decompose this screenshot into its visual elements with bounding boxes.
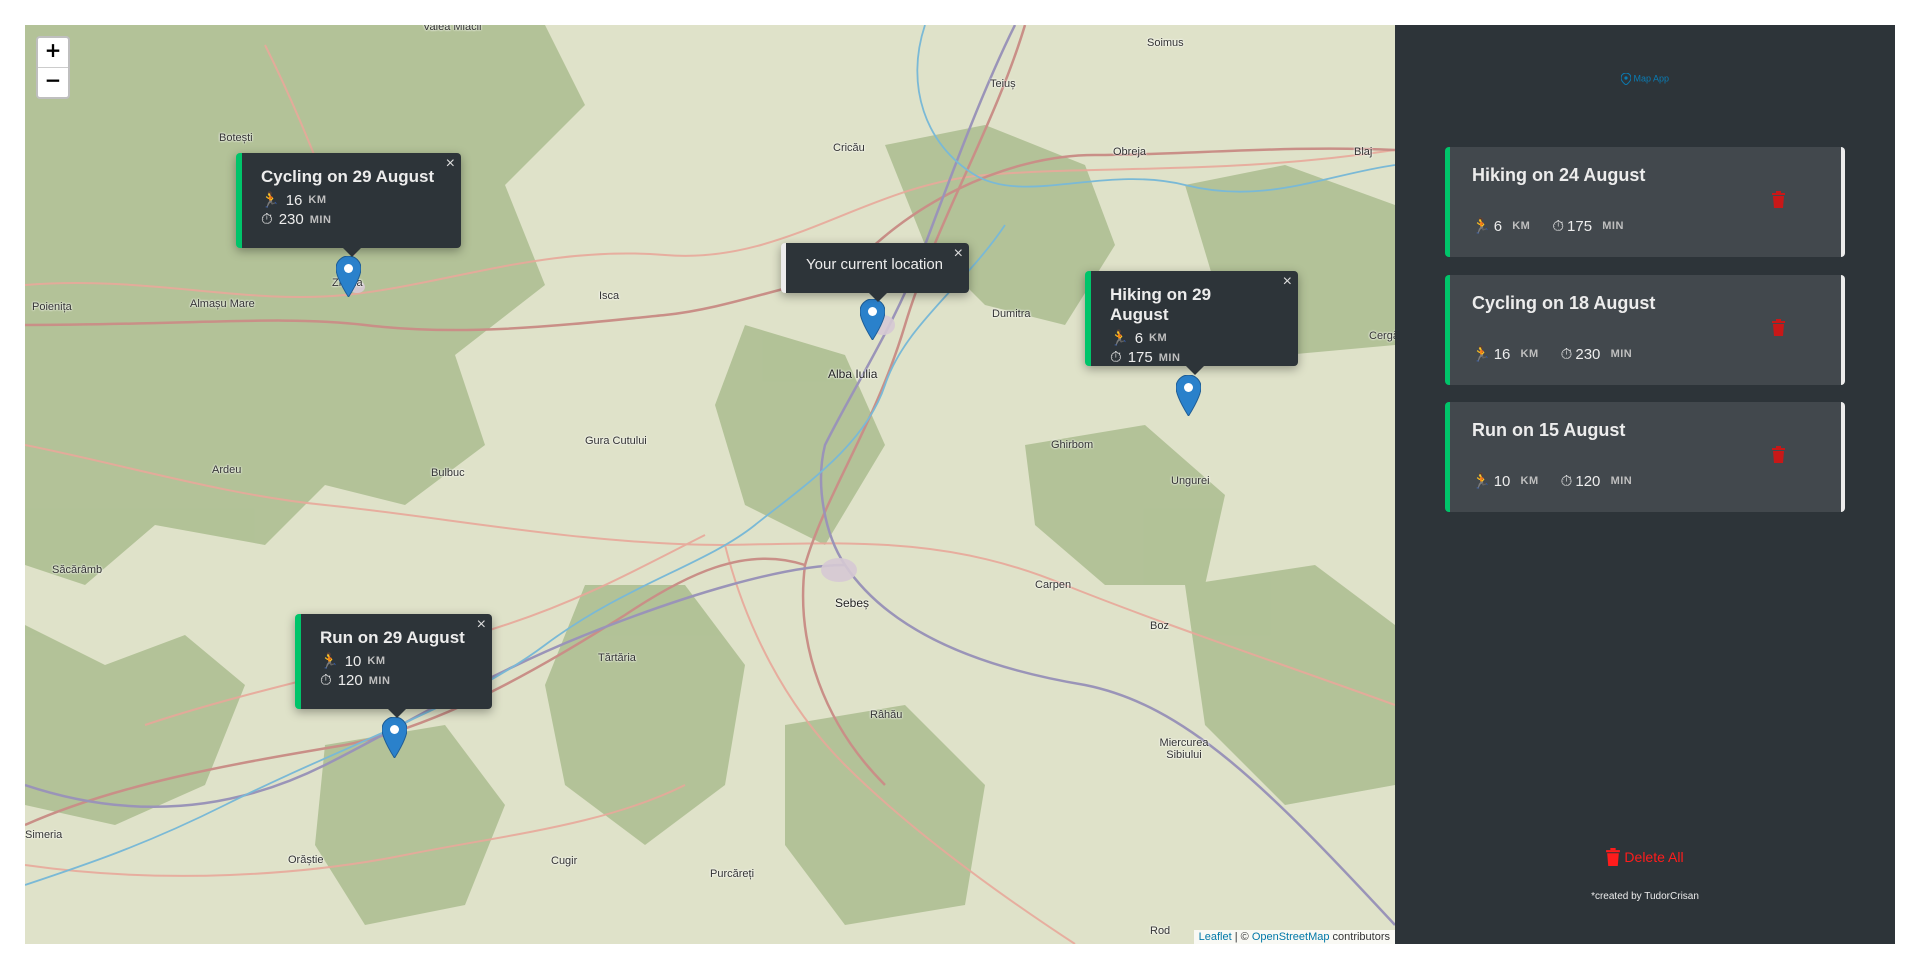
place-label: Boz bbox=[1150, 620, 1169, 632]
place-label: Soimus bbox=[1147, 37, 1184, 49]
map[interactable]: + − Valea Mlacii Soimus Teiuș Botești Cr… bbox=[25, 25, 1395, 944]
place-label: Miercurea Sibiului bbox=[1159, 737, 1209, 761]
workout-card[interactable]: Hiking on 24 August 🏃 6 KM ⏱ 175 MIN bbox=[1445, 147, 1845, 257]
map-marker-icon[interactable] bbox=[860, 299, 885, 340]
popup-duration: ⏱ 175 MIN bbox=[1110, 349, 1181, 366]
map-marker-icon[interactable] bbox=[382, 717, 407, 758]
stopwatch-icon: ⏱ bbox=[1560, 345, 1573, 363]
leaflet-link[interactable]: Leaflet bbox=[1199, 931, 1232, 943]
workout-distance: 🏃 10 KM bbox=[1472, 472, 1539, 491]
place-label: Bulbuc bbox=[431, 467, 465, 479]
map-attribution: Leaflet | © OpenStreetMap contributors bbox=[1193, 930, 1395, 944]
delete-all-label: Delete All bbox=[1624, 849, 1684, 865]
credit-text: *created by TudorCrisan bbox=[1591, 891, 1699, 902]
popup-close-button[interactable]: × bbox=[954, 245, 963, 263]
stopwatch-icon: ⏱ bbox=[1560, 472, 1573, 490]
workout-title: Run on 15 August bbox=[1472, 420, 1626, 440]
place-label: Poienița bbox=[32, 301, 72, 313]
popup-distance: 🏃 10 KM bbox=[320, 652, 386, 671]
workout-popup: × Cycling on 29 August 🏃 16 KM ⏱ 230 MIN bbox=[236, 153, 461, 257]
delete-all-button[interactable]: Delete All bbox=[1395, 848, 1895, 866]
workout-distance: 🏃 6 KM bbox=[1472, 217, 1531, 236]
zoom-out-button[interactable]: − bbox=[38, 67, 68, 97]
place-label: Obreja bbox=[1113, 146, 1147, 158]
map-marker-icon[interactable] bbox=[1176, 375, 1201, 416]
workout-card[interactable]: Run on 15 August 🏃 10 KM ⏱ 120 MIN bbox=[1445, 402, 1845, 512]
runner-icon: 🏃 bbox=[1472, 218, 1491, 235]
place-label: Ghirbom bbox=[1051, 439, 1094, 451]
place-label: Botești bbox=[219, 132, 253, 144]
stopwatch-icon: ⏱ bbox=[320, 672, 332, 689]
place-label: Carpen bbox=[1035, 579, 1072, 591]
place-label: Cricău bbox=[833, 142, 865, 154]
place-label: Rod bbox=[1150, 925, 1171, 937]
place-label: Teiuș bbox=[990, 78, 1016, 90]
popup-close-button[interactable]: × bbox=[477, 616, 486, 634]
place-label: Cugir bbox=[551, 855, 578, 867]
workout-popup: × Hiking on 29 August 🏃 6 KM ⏱ 175 MIN bbox=[1085, 271, 1298, 375]
place-label: Purcăreți bbox=[710, 868, 755, 880]
place-label: Almașu Mare bbox=[190, 298, 255, 310]
zoom-in-button[interactable]: + bbox=[38, 38, 68, 67]
place-label: Simeria bbox=[25, 829, 63, 841]
trash-icon[interactable] bbox=[1772, 319, 1785, 336]
place-label: Isca bbox=[599, 290, 620, 302]
place-label: Săcărâmb bbox=[52, 564, 103, 576]
place-label: Cergău Mic bbox=[1369, 330, 1395, 342]
app-frame: + − Valea Mlacii Soimus Teiuș Botești Cr… bbox=[25, 25, 1895, 944]
trash-icon bbox=[1606, 848, 1621, 866]
zoom-control: + − bbox=[36, 36, 70, 99]
place-label: Râhău bbox=[870, 709, 903, 721]
place-label: Alba Iulia bbox=[828, 367, 878, 381]
popup-distance: 🏃 16 KM bbox=[261, 191, 327, 210]
runner-icon: 🏃 bbox=[1472, 346, 1491, 363]
workout-duration: ⏱ 230 MIN bbox=[1560, 345, 1633, 363]
stopwatch-icon: ⏱ bbox=[1110, 349, 1122, 366]
place-label: Orăștie bbox=[288, 854, 324, 866]
stopwatch-icon: ⏱ bbox=[261, 211, 273, 228]
popup-distance: 🏃 6 KM bbox=[1110, 329, 1168, 348]
place-label: Tărtăria bbox=[598, 652, 636, 664]
sidebar: Map App Hiking on 24 August 🏃 6 KM ⏱ 175 M… bbox=[1395, 25, 1895, 944]
popup-close-button[interactable]: × bbox=[446, 155, 455, 173]
popup-title: Run on 29 August bbox=[320, 628, 465, 647]
stopwatch-icon: ⏱ bbox=[1552, 217, 1565, 235]
workout-duration: ⏱ 120 MIN bbox=[1560, 472, 1633, 490]
popup-title: Cycling on 29 August bbox=[261, 167, 435, 186]
place-label: Gura Cutului bbox=[585, 435, 647, 447]
trash-icon[interactable] bbox=[1772, 446, 1785, 463]
map-pin-icon bbox=[1620, 73, 1631, 85]
osm-link[interactable]: OpenStreetMap bbox=[1252, 931, 1330, 943]
runner-icon: 🏃 bbox=[1472, 473, 1491, 490]
app-logo-text: Map App bbox=[1633, 73, 1670, 84]
place-label: Valea Mlacii bbox=[423, 25, 482, 33]
runner-icon: 🏃 bbox=[261, 192, 280, 209]
place-label: Sebeș bbox=[835, 596, 870, 610]
place-label: Ardeu bbox=[212, 464, 242, 476]
map-marker-icon[interactable] bbox=[336, 256, 361, 297]
place-label: Dumitra bbox=[992, 308, 1031, 320]
popup-title: Hiking on 29 August bbox=[1110, 285, 1212, 324]
app-logo: Map App bbox=[1395, 73, 1895, 85]
workout-title: Hiking on 24 August bbox=[1472, 165, 1646, 185]
trash-icon[interactable] bbox=[1772, 191, 1785, 208]
current-location-popup: × Your current location bbox=[781, 243, 969, 302]
workout-title: Cycling on 18 August bbox=[1472, 293, 1656, 313]
place-label: Ungurei bbox=[1171, 475, 1210, 487]
workout-popup: × Run on 29 August 🏃 10 KM ⏱ 120 MIN bbox=[295, 614, 492, 718]
runner-icon: 🏃 bbox=[320, 653, 339, 670]
workout-card[interactable]: Cycling on 18 August 🏃 16 KM ⏱ 230 MIN bbox=[1445, 275, 1845, 385]
popup-duration: ⏱ 230 MIN bbox=[261, 211, 332, 228]
runner-icon: 🏃 bbox=[1110, 330, 1129, 347]
place-label: Blaj bbox=[1354, 146, 1373, 158]
workout-distance: 🏃 16 KM bbox=[1472, 345, 1539, 364]
popup-close-button[interactable]: × bbox=[1283, 273, 1292, 291]
popup-title: Your current location bbox=[806, 256, 944, 273]
workout-duration: ⏱ 175 MIN bbox=[1552, 217, 1624, 235]
popup-duration: ⏱ 120 MIN bbox=[320, 672, 391, 689]
